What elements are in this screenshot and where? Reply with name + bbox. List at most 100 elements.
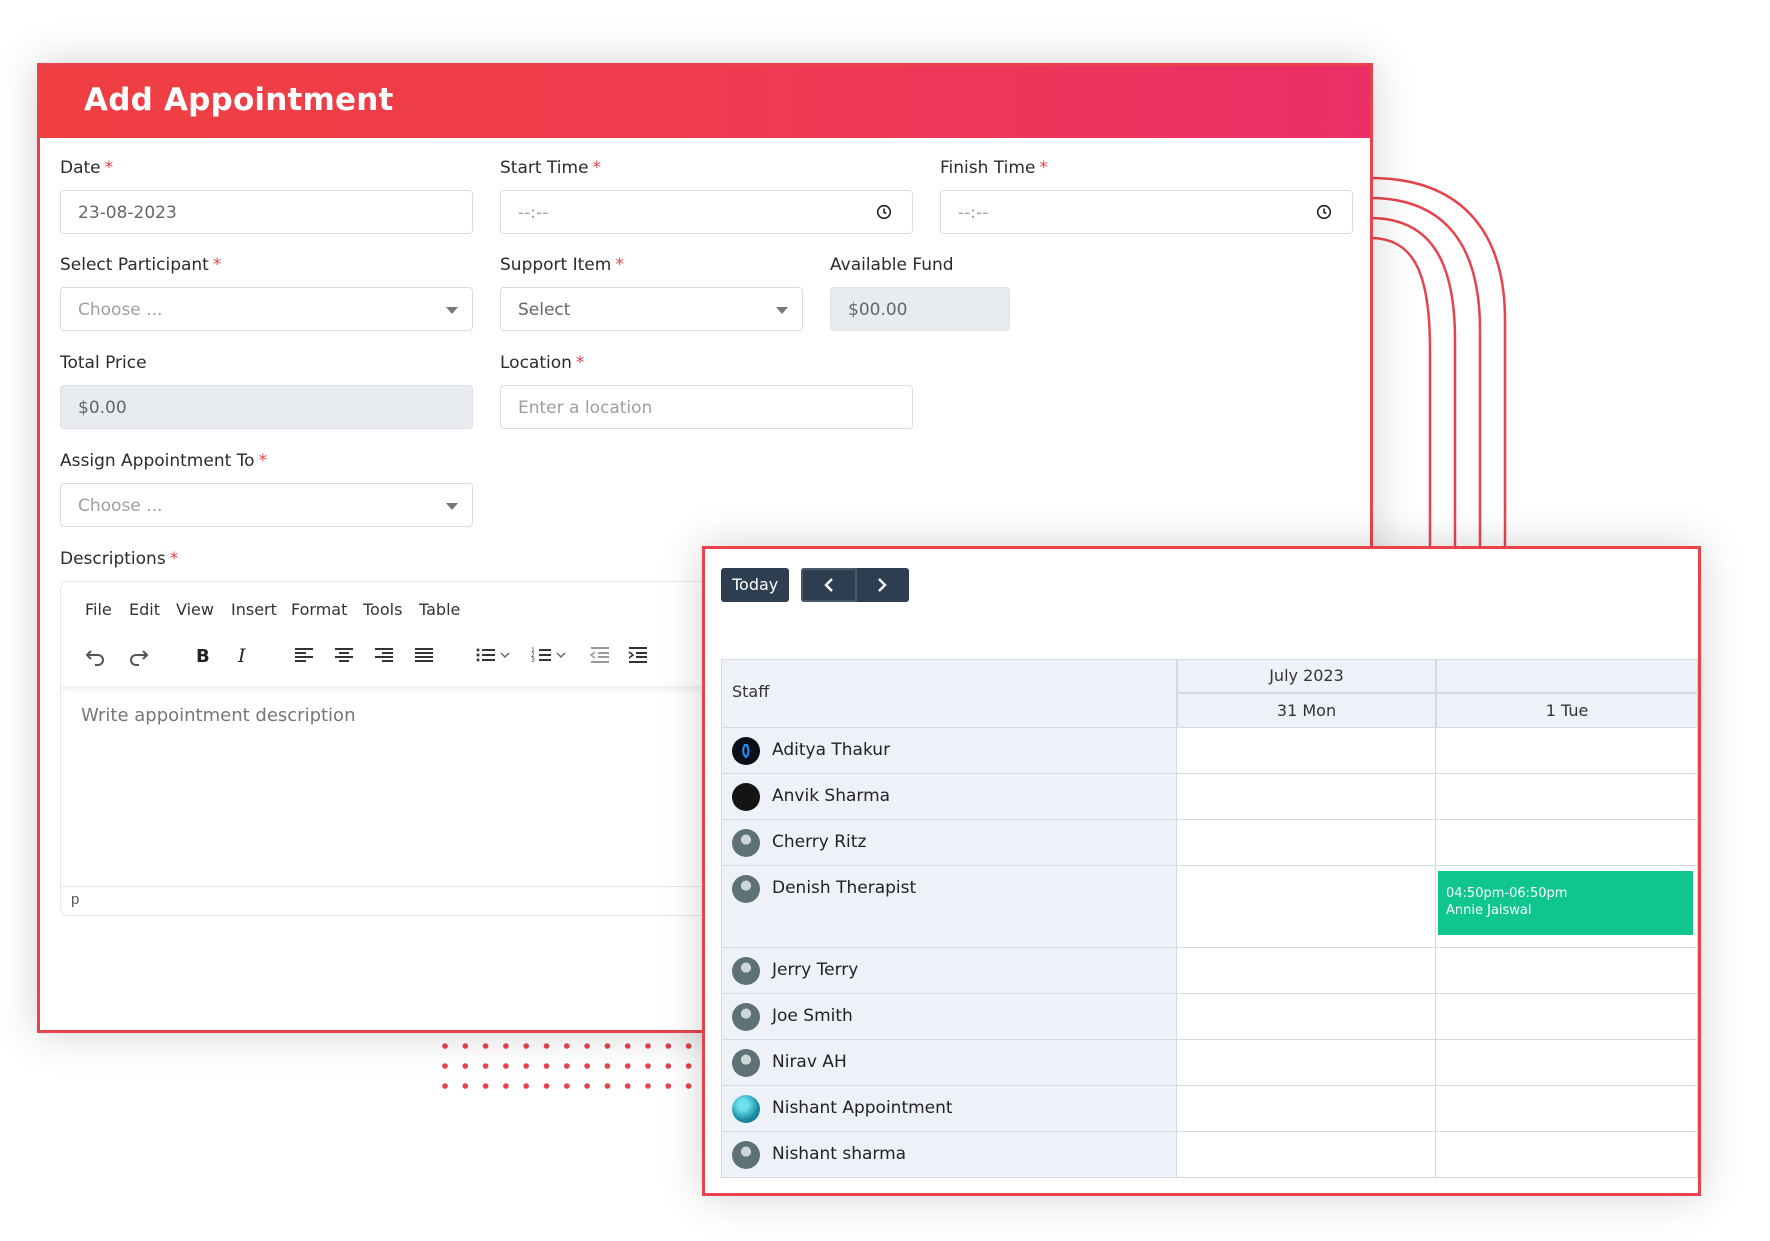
total-price-field: $0.00 — [60, 385, 473, 429]
finish-time-field[interactable]: --:-- — [940, 190, 1353, 234]
staff-name: Aditya Thakur — [772, 740, 891, 760]
location-label: Location * — [500, 353, 585, 373]
participant-select[interactable]: Choose ... — [60, 287, 473, 331]
staff-row: Anvik Sharma — [721, 774, 1177, 820]
outdent-icon[interactable] — [587, 642, 613, 668]
staff-name: Jerry Terry — [772, 960, 859, 980]
start-time-label: Start Time * — [500, 158, 602, 178]
clock-icon[interactable] — [876, 204, 892, 220]
staff-calendar-card: Today Staff July 2023 31 Mon 1 Tue Adity… — [702, 546, 1701, 1196]
staff-row: Joe Smith — [721, 994, 1177, 1040]
avatar — [732, 1141, 760, 1169]
slot-mon[interactable] — [1177, 866, 1436, 948]
avatar — [732, 1049, 760, 1077]
bullet-list-icon[interactable] — [473, 642, 515, 668]
avatar — [732, 957, 760, 985]
chevron-down-icon — [446, 503, 458, 510]
chevron-right-icon — [878, 578, 887, 592]
menu-edit[interactable]: Edit — [129, 600, 160, 619]
slot-mon[interactable] — [1177, 1040, 1436, 1086]
decorative-arcs — [1370, 176, 1507, 570]
staff-name: Joe Smith — [772, 1006, 853, 1026]
month-header: July 2023 — [1177, 659, 1436, 693]
staff-name: Nishant Appointment — [772, 1098, 953, 1118]
event-client: Annie Jaiswal — [1446, 903, 1532, 918]
indent-icon[interactable] — [625, 642, 651, 668]
menu-tools[interactable]: Tools — [363, 600, 402, 619]
slot-tue[interactable] — [1436, 774, 1698, 820]
available-fund-label: Available Fund — [830, 255, 954, 275]
menu-view[interactable]: View — [176, 600, 214, 619]
chevron-down-icon — [446, 307, 458, 314]
align-left-icon[interactable] — [291, 642, 317, 668]
align-right-icon[interactable] — [371, 642, 397, 668]
slot-mon[interactable] — [1177, 820, 1436, 866]
slot-mon[interactable] — [1177, 948, 1436, 994]
slot-tue[interactable] — [1436, 1132, 1698, 1178]
today-button[interactable]: Today — [721, 568, 789, 602]
editor-toolbar: File Edit View Insert Format Tools Table… — [61, 582, 759, 686]
date-label: Date * — [60, 158, 114, 178]
support-item-select[interactable]: Select — [500, 287, 803, 331]
staff-name: Nirav AH — [772, 1052, 847, 1072]
staff-row: Denish Therapist — [721, 866, 1177, 948]
staff-row: Nishant sharma — [721, 1132, 1177, 1178]
numbered-list-icon[interactable]: 123 — [529, 642, 571, 668]
event-time: 04:50pm-06:50pm — [1446, 886, 1568, 901]
avatar — [732, 1003, 760, 1031]
slot-tue[interactable] — [1436, 1040, 1698, 1086]
slot-mon[interactable] — [1177, 728, 1436, 774]
prev-button[interactable] — [801, 568, 857, 602]
slot-tue[interactable] — [1436, 994, 1698, 1040]
slot-tue[interactable] — [1436, 820, 1698, 866]
avatar — [732, 737, 760, 765]
italic-icon[interactable]: I — [229, 642, 255, 668]
slot-tue[interactable] — [1436, 948, 1698, 994]
description-editor[interactable]: File Edit View Insert Format Tools Table… — [60, 581, 760, 916]
start-time-field[interactable]: --:-- — [500, 190, 913, 234]
menu-insert[interactable]: Insert — [231, 600, 277, 619]
menu-table[interactable]: Table — [419, 600, 460, 619]
staff-name: Anvik Sharma — [772, 786, 891, 806]
staff-row: Nishant Appointment — [721, 1086, 1177, 1132]
slot-mon[interactable] — [1177, 1132, 1436, 1178]
staff-row: Aditya Thakur — [721, 728, 1177, 774]
next-button[interactable] — [857, 568, 909, 602]
date-field[interactable]: 23-08-2023 — [60, 190, 473, 234]
slot-mon[interactable] — [1177, 1086, 1436, 1132]
staff-row: Jerry Terry — [721, 948, 1177, 994]
avatar — [732, 1095, 760, 1123]
menu-file[interactable]: File — [85, 600, 112, 619]
avatar — [732, 875, 760, 903]
decorative-dots — [442, 1043, 692, 1089]
descriptions-label: Descriptions * — [60, 549, 179, 569]
slot-mon[interactable] — [1177, 774, 1436, 820]
assign-to-select[interactable]: Choose ... — [60, 483, 473, 527]
slot-mon[interactable] — [1177, 994, 1436, 1040]
total-price-label: Total Price — [60, 353, 147, 373]
menu-format[interactable]: Format — [291, 600, 347, 619]
participant-label: Select Participant * — [60, 255, 222, 275]
redo-icon[interactable] — [125, 642, 151, 668]
align-justify-icon[interactable] — [411, 642, 437, 668]
svg-text:I: I — [237, 645, 246, 667]
page-title: Add Appointment — [84, 82, 394, 118]
staff-row: Nirav AH — [721, 1040, 1177, 1086]
avatar — [732, 829, 760, 857]
bold-icon[interactable]: B — [189, 642, 215, 668]
staff-row: Cherry Ritz — [721, 820, 1177, 866]
undo-icon[interactable] — [83, 642, 109, 668]
resource-timeline: Staff July 2023 31 Mon 1 Tue Aditya Thak… — [721, 659, 1698, 1187]
chevron-down-icon — [776, 307, 788, 314]
editor-placeholder[interactable]: Write appointment description — [81, 705, 355, 726]
align-center-icon[interactable] — [331, 642, 357, 668]
clock-icon[interactable] — [1316, 204, 1332, 220]
slot-tue[interactable] — [1436, 728, 1698, 774]
slot-tue[interactable] — [1436, 1086, 1698, 1132]
avatar — [732, 783, 760, 811]
appointment-event[interactable]: 04:50pm-06:50pm Annie Jaiswal — [1438, 871, 1693, 935]
day-header-mon: 31 Mon — [1177, 693, 1436, 728]
location-input[interactable]: Enter a location — [500, 385, 913, 429]
staff-column-header: Staff — [721, 659, 1177, 728]
month-header-blank — [1436, 659, 1698, 693]
